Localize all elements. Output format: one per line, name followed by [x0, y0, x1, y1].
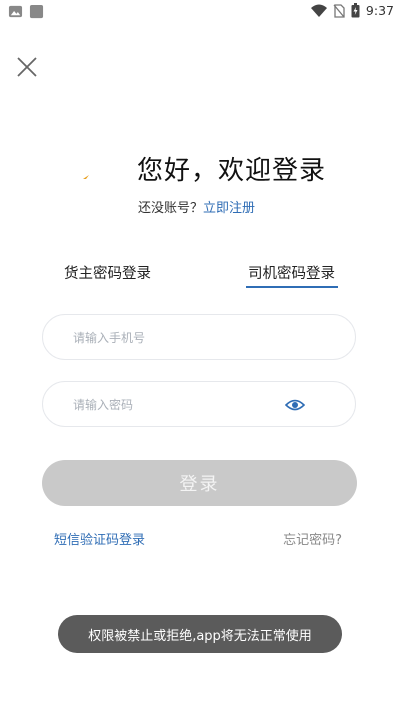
tab-shipper-password-login[interactable]: 货主密码登录 [64, 262, 151, 283]
register-link[interactable]: 立即注册 [203, 201, 255, 216]
password-input[interactable] [71, 394, 295, 416]
close-icon[interactable] [14, 54, 40, 80]
welcome-title: 您好，欢迎登录 [137, 156, 327, 186]
active-tab-indicator [246, 286, 338, 288]
forgot-password-link[interactable]: 忘记密码? [283, 529, 342, 548]
wifi-icon [310, 4, 327, 17]
no-account-text: 还没账号？ [138, 201, 204, 216]
app-notification-icon [29, 4, 44, 19]
password-field[interactable] [42, 381, 356, 427]
status-bar-right: 9:37 [310, 3, 394, 18]
login-button[interactable]: 登录 [42, 460, 357, 506]
battery-icon [351, 3, 360, 18]
no-sim-icon [333, 3, 345, 18]
status-time: 9:37 [365, 3, 394, 18]
phone-field[interactable] [42, 314, 356, 360]
permission-toast: 权限被禁止或拒绝,app将无法正常使用 [58, 615, 342, 653]
status-bar: 9:37 [0, 0, 400, 24]
gallery-notification-icon [8, 5, 23, 18]
sms-login-link[interactable]: 短信验证码登录 [54, 529, 145, 548]
logo-icon [83, 175, 89, 179]
phone-input[interactable] [71, 327, 295, 349]
register-prompt: 还没账号？立即注册 [138, 197, 255, 216]
eye-icon[interactable] [285, 398, 305, 412]
status-bar-left [8, 4, 44, 19]
tab-driver-password-login[interactable]: 司机密码登录 [248, 262, 335, 283]
